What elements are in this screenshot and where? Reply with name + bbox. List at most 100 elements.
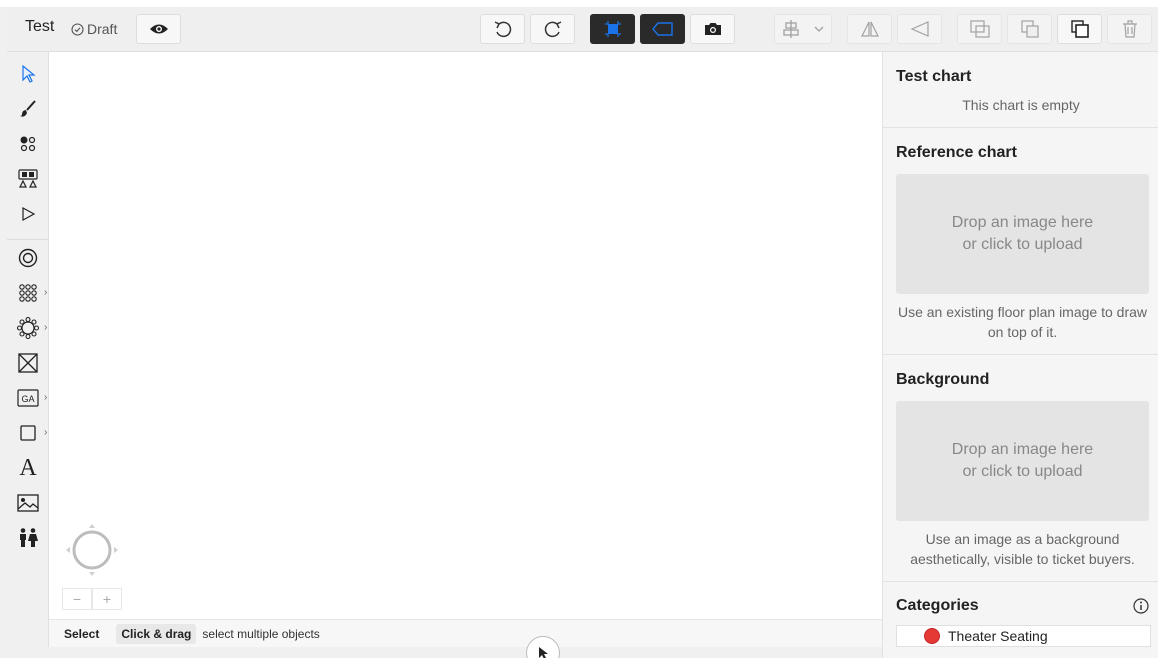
flip-vertical-button[interactable] — [897, 14, 942, 44]
snap-toggle-button[interactable] — [590, 14, 635, 44]
seat-grid-icon — [19, 284, 37, 302]
reference-image-dropzone[interactable]: Drop an image here or click to upload — [896, 174, 1149, 294]
snap-icon — [604, 21, 621, 37]
expand-chevron-icon: › — [44, 427, 48, 438]
dropzone-text-line1: Drop an image here — [951, 441, 1094, 458]
redo-button[interactable] — [530, 14, 575, 44]
tool-palette: › › GA › › A — [7, 52, 49, 658]
tool-separator — [7, 239, 49, 240]
flip-vertical-icon — [910, 21, 929, 37]
flip-horizontal-icon — [860, 21, 879, 37]
image-icon — [17, 494, 39, 512]
shortcut-description: select multiple objects — [202, 626, 320, 641]
background-section: Background Drop an image here or click t… — [883, 355, 1158, 582]
delete-button[interactable] — [1107, 14, 1152, 44]
group-icon — [969, 20, 990, 38]
expand-chevron-icon: › — [44, 287, 48, 298]
group-button[interactable] — [957, 14, 1002, 44]
seating-chart-designer: Test Draft › › GA › › A − + Select Click… — [0, 0, 1158, 658]
drawing-canvas[interactable] — [49, 52, 882, 619]
reference-hint: Use an existing floor plan image to draw… — [897, 304, 1148, 340]
ungroup-icon — [1020, 20, 1039, 38]
preview-button[interactable] — [136, 14, 181, 44]
restroom-tool[interactable] — [15, 525, 41, 551]
box-x-icon — [18, 353, 38, 373]
rectangle-tool[interactable]: › — [15, 420, 47, 446]
seat-grid-tool[interactable]: › — [15, 280, 47, 306]
node-select-icon — [20, 136, 36, 152]
zoom-in-button[interactable]: + — [92, 588, 122, 610]
status-bar: Select Click & drag select multiple obje… — [49, 619, 882, 647]
round-table-tool[interactable] — [15, 245, 41, 271]
undo-icon — [494, 21, 511, 38]
category-name: Theater Seating — [948, 628, 1048, 644]
copy-icon — [1070, 20, 1089, 38]
categories-title: Categories — [896, 597, 979, 614]
booth-tool[interactable]: › — [15, 315, 47, 341]
shape-select-tool[interactable] — [15, 166, 41, 192]
dropzone-text-line2: or click to upload — [962, 236, 1083, 253]
node-select-tool[interactable] — [15, 131, 41, 157]
background-title: Background — [896, 371, 990, 388]
ga-label: GA — [21, 394, 34, 404]
trash-icon — [1122, 20, 1137, 38]
shortcut-hint: Click & drag — [116, 623, 197, 644]
dropzone-text-line1: Drop an image here — [951, 214, 1094, 231]
ga-area-tool[interactable]: GA › — [15, 385, 47, 411]
text-icon: A — [19, 454, 37, 481]
top-strip — [0, 0, 1158, 7]
pan-control[interactable] — [64, 522, 120, 578]
select-tool[interactable] — [15, 61, 41, 87]
current-mode: Select — [64, 626, 100, 641]
ga-area-icon: GA — [17, 389, 39, 407]
reference-chart-section: Reference chart Drop an image here or cl… — [883, 128, 1158, 355]
info-icon[interactable] — [1133, 598, 1149, 614]
undo-button[interactable] — [480, 14, 525, 44]
draft-status: Draft — [71, 21, 117, 37]
expand-chevron-icon: › — [44, 392, 48, 403]
focal-point-icon — [22, 206, 36, 222]
draft-label: Draft — [87, 21, 118, 37]
background-hint: Use an image as a background aesthetical… — [910, 531, 1135, 567]
restroom-icon — [20, 528, 38, 547]
properties-panel: Test chart This chart is empty Reference… — [882, 52, 1158, 658]
expand-chevron-icon: › — [44, 322, 48, 333]
check-circle-icon — [71, 22, 84, 36]
screenshot-button[interactable] — [690, 14, 735, 44]
dropzone-text-line2: or click to upload — [962, 463, 1083, 480]
area-tool[interactable] — [15, 350, 41, 376]
brush-select-tool[interactable] — [15, 96, 41, 122]
labels-toggle-button[interactable] — [640, 14, 685, 44]
copy-button[interactable] — [1057, 14, 1102, 44]
align-icon — [783, 20, 799, 38]
chart-name[interactable]: Test — [25, 18, 54, 36]
zoom-out-button[interactable]: − — [62, 588, 92, 610]
chart-empty-message: This chart is empty — [962, 97, 1080, 113]
cursor-arrow-icon — [22, 65, 36, 83]
category-color-swatch[interactable] — [924, 628, 940, 644]
redo-icon — [544, 21, 561, 38]
image-tool[interactable] — [15, 490, 41, 516]
align-button[interactable] — [774, 14, 832, 44]
eye-icon — [149, 24, 168, 34]
camera-icon — [704, 23, 721, 35]
reference-chart-title: Reference chart — [896, 144, 1017, 161]
category-item[interactable]: Theater Seating — [896, 625, 1151, 647]
text-tool[interactable]: A — [15, 455, 41, 481]
round-table-icon — [18, 248, 38, 268]
pointer-icon — [539, 647, 548, 658]
chart-title: Test chart — [896, 68, 972, 85]
flip-horizontal-button[interactable] — [847, 14, 892, 44]
chevron-down-icon — [814, 26, 824, 32]
booth-icon — [17, 317, 39, 339]
background-image-dropzone[interactable]: Drop an image here or click to upload — [896, 401, 1149, 521]
tag-icon — [651, 22, 673, 36]
rectangle-icon — [20, 425, 36, 441]
toolbar: Test Draft — [7, 7, 1158, 52]
chart-section: Test chart This chart is empty — [883, 52, 1158, 128]
brush-icon — [20, 100, 36, 117]
zoom-controls: − + — [62, 588, 122, 610]
focal-point-tool[interactable] — [15, 201, 41, 227]
shape-select-icon — [18, 169, 38, 188]
ungroup-button[interactable] — [1007, 14, 1052, 44]
